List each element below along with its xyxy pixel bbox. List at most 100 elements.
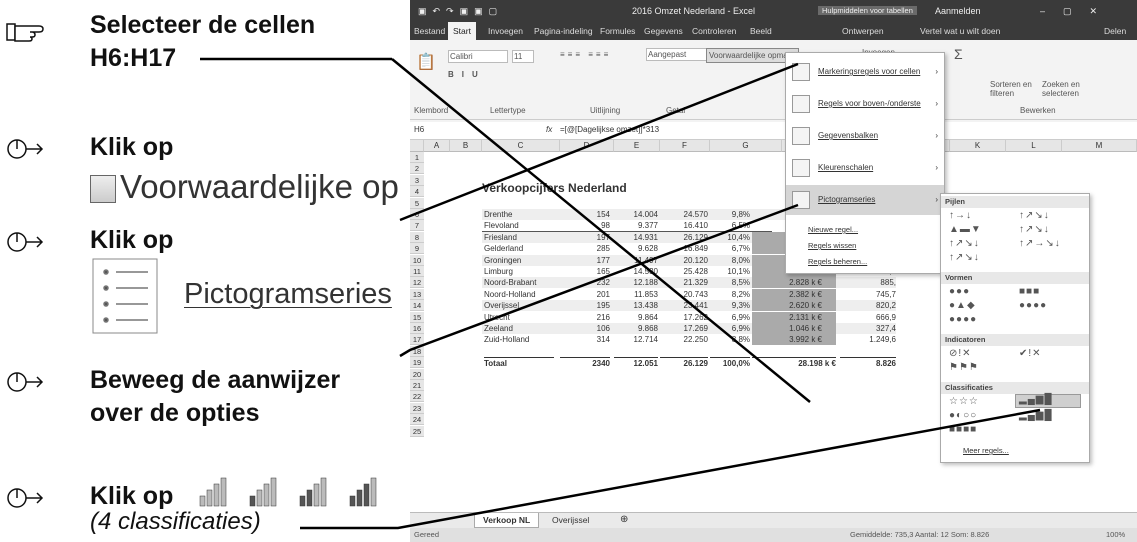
row-header-16[interactable]: 16 — [410, 323, 424, 334]
tab-gegevens[interactable]: Gegevens — [644, 26, 683, 36]
menu-item-manage-rules[interactable]: Regels beheren... — [786, 255, 944, 269]
table-cell[interactable]: 2.131 k € — [752, 311, 836, 323]
sheet-tab-overijssel[interactable]: Overijssel — [552, 515, 589, 525]
table-cell[interactable]: 2.382 k € — [752, 288, 836, 300]
formula-input[interactable]: =[@[Dagelijkse omzet]]*313 — [560, 125, 659, 134]
font-style-buttons[interactable]: BIU — [448, 70, 486, 79]
row-header-4[interactable]: 4 — [410, 186, 424, 198]
select-all-corner[interactable] — [410, 140, 424, 152]
alignment-icons[interactable]: ≡≡≡ ≡≡≡ — [560, 50, 611, 59]
quick-access-icons[interactable]: ▣↶↷▣▣▢ — [418, 6, 503, 17]
icon-set-option[interactable]: ●◐○○ — [949, 410, 977, 421]
table-cell[interactable]: 3.992 k € — [752, 334, 836, 346]
table-cell[interactable]: 1.046 k € — [752, 323, 836, 334]
font-name-select[interactable]: Calibri — [448, 50, 508, 63]
menu-item-highlight-rules[interactable]: Markeringsregels voor cellen › — [786, 57, 944, 87]
icon-set-option[interactable]: ↑↗↘↓ — [1019, 224, 1050, 235]
icon-set-option[interactable]: ✔!✕ — [1019, 348, 1042, 359]
row-header-22[interactable]: 22 — [410, 391, 424, 403]
row-header-17[interactable]: 17 — [410, 334, 424, 346]
add-sheet-icon[interactable]: ⊕ — [620, 514, 628, 525]
signin-link[interactable]: Aanmelden — [935, 6, 981, 16]
row-header-23[interactable]: 23 — [410, 402, 424, 414]
icon-set-option[interactable]: ↑↗↘↓ — [1019, 210, 1050, 221]
icon-set-option[interactable]: ↑↗→↘↓ — [1019, 238, 1061, 249]
column-header-g[interactable]: G — [710, 140, 782, 152]
row-header-24[interactable]: 24 — [410, 414, 424, 426]
tab-bestand[interactable]: Bestand — [414, 26, 445, 36]
table-cell: 14.931 — [633, 232, 658, 242]
tab-formules[interactable]: Formules — [600, 26, 635, 36]
column-header-c[interactable]: C — [482, 140, 560, 152]
row-header-9[interactable]: 9 — [410, 243, 424, 255]
icon-set-option[interactable]: ⚑⚑⚑ — [949, 362, 979, 373]
tab-pagina-indeling[interactable]: Pagina-indeling — [534, 26, 593, 36]
paste-icon[interactable]: 📋 — [416, 52, 436, 72]
icon-set-option[interactable]: ↑↗↘↓ — [949, 238, 980, 249]
menu-item-new-rule[interactable]: Nieuwe regel... — [786, 223, 944, 237]
row-header-10[interactable]: 10 — [410, 254, 424, 266]
tab-ontwerpen[interactable]: Ontwerpen — [842, 26, 884, 36]
table-cell[interactable]: 2.620 k € — [752, 300, 836, 312]
column-header-m[interactable]: M — [1062, 140, 1137, 152]
menu-item-icon-sets[interactable]: Pictogramseries › — [786, 185, 944, 215]
name-box[interactable]: H6 — [414, 125, 484, 134]
row-header-18[interactable]: 18 — [410, 345, 424, 357]
row-header-1[interactable]: 1 — [410, 152, 424, 163]
row-header-12[interactable]: 12 — [410, 277, 424, 289]
row-header-19[interactable]: 19 — [410, 357, 424, 369]
column-header-e[interactable]: E — [614, 140, 660, 152]
sort-button[interactable]: Sorteren en filteren — [990, 80, 1040, 98]
row-header-25[interactable]: 25 — [410, 425, 424, 437]
row-header-11[interactable]: 11 — [410, 266, 424, 277]
row-header-3[interactable]: 3 — [410, 174, 424, 186]
menu-item-data-bars[interactable]: Gegevensbalken › — [786, 121, 944, 151]
column-header-f[interactable]: F — [660, 140, 710, 152]
icon-set-option[interactable]: ■■■ — [1019, 286, 1040, 297]
icon-set-option[interactable]: ▲▬▼ — [949, 224, 982, 235]
table-cell[interactable]: 2.828 k € — [752, 277, 836, 289]
share-button[interactable]: Delen — [1104, 26, 1126, 36]
tab-beeld[interactable]: Beeld — [750, 26, 772, 36]
tab-invoegen[interactable]: Invoegen — [488, 26, 523, 36]
menu-item-color-scales[interactable]: Kleurenschalen › — [786, 153, 944, 183]
zoom-level[interactable]: 100% — [1106, 530, 1125, 539]
icon-set-option[interactable]: ●●● — [949, 286, 970, 297]
row-header-5[interactable]: 5 — [410, 197, 424, 209]
font-size-select[interactable]: 11 — [512, 50, 534, 63]
column-header-a[interactable]: A — [424, 140, 450, 152]
menu-item-top-bottom-rules[interactable]: Regels voor boven-/onderste › — [786, 89, 944, 119]
icon-set-option[interactable]: ■■■■ — [949, 424, 977, 435]
icon-set-option[interactable]: ●●●● — [949, 314, 977, 325]
tellme-field[interactable]: Vertel wat u wilt doen — [920, 26, 1000, 36]
find-button[interactable]: Zoeken en selecteren — [1042, 80, 1102, 98]
icon-set-option[interactable]: ●▲◆ — [949, 300, 976, 311]
row-header-2[interactable]: 2 — [410, 163, 424, 175]
number-format-select[interactable]: Aangepast — [646, 48, 708, 61]
row-header-7[interactable]: 7 — [410, 220, 424, 232]
row-header-20[interactable]: 20 — [410, 368, 424, 380]
column-header-k[interactable]: K — [950, 140, 1006, 152]
icon-set-option[interactable]: ☆☆☆ — [949, 396, 979, 407]
row-header-13[interactable]: 13 — [410, 288, 424, 300]
icon-set-option[interactable]: ⊘!✕ — [949, 348, 972, 359]
window-controls[interactable]: –▢✕ — [1040, 6, 1115, 17]
more-rules-link[interactable]: Meer regels... — [963, 446, 1009, 455]
row-header-21[interactable]: 21 — [410, 380, 424, 391]
autosum-icon[interactable]: Σ — [954, 46, 963, 62]
row-header-14[interactable]: 14 — [410, 300, 424, 312]
icon-set-option[interactable]: ●●●● — [1019, 300, 1047, 311]
tab-controleren[interactable]: Controleren — [692, 26, 736, 36]
icon-set-option[interactable]: ↑→↓ — [949, 210, 972, 221]
column-header-d[interactable]: D — [560, 140, 614, 152]
icon-set-option[interactable]: ↑↗↘↓ — [949, 252, 980, 263]
menu-item-clear-rules[interactable]: Regels wissen — [786, 239, 944, 253]
tab-start[interactable]: Start — [448, 22, 476, 40]
row-header-8[interactable]: 8 — [410, 231, 424, 243]
column-header-b[interactable]: B — [450, 140, 482, 152]
column-header-l[interactable]: L — [1006, 140, 1062, 152]
row-header-6[interactable]: 6 — [410, 209, 424, 220]
row-header-15[interactable]: 15 — [410, 311, 424, 323]
ratings-5-icon[interactable]: ▂▄▆█ — [1019, 410, 1053, 421]
sheet-tab-verkoop-nl[interactable]: Verkoop NL — [474, 513, 540, 528]
